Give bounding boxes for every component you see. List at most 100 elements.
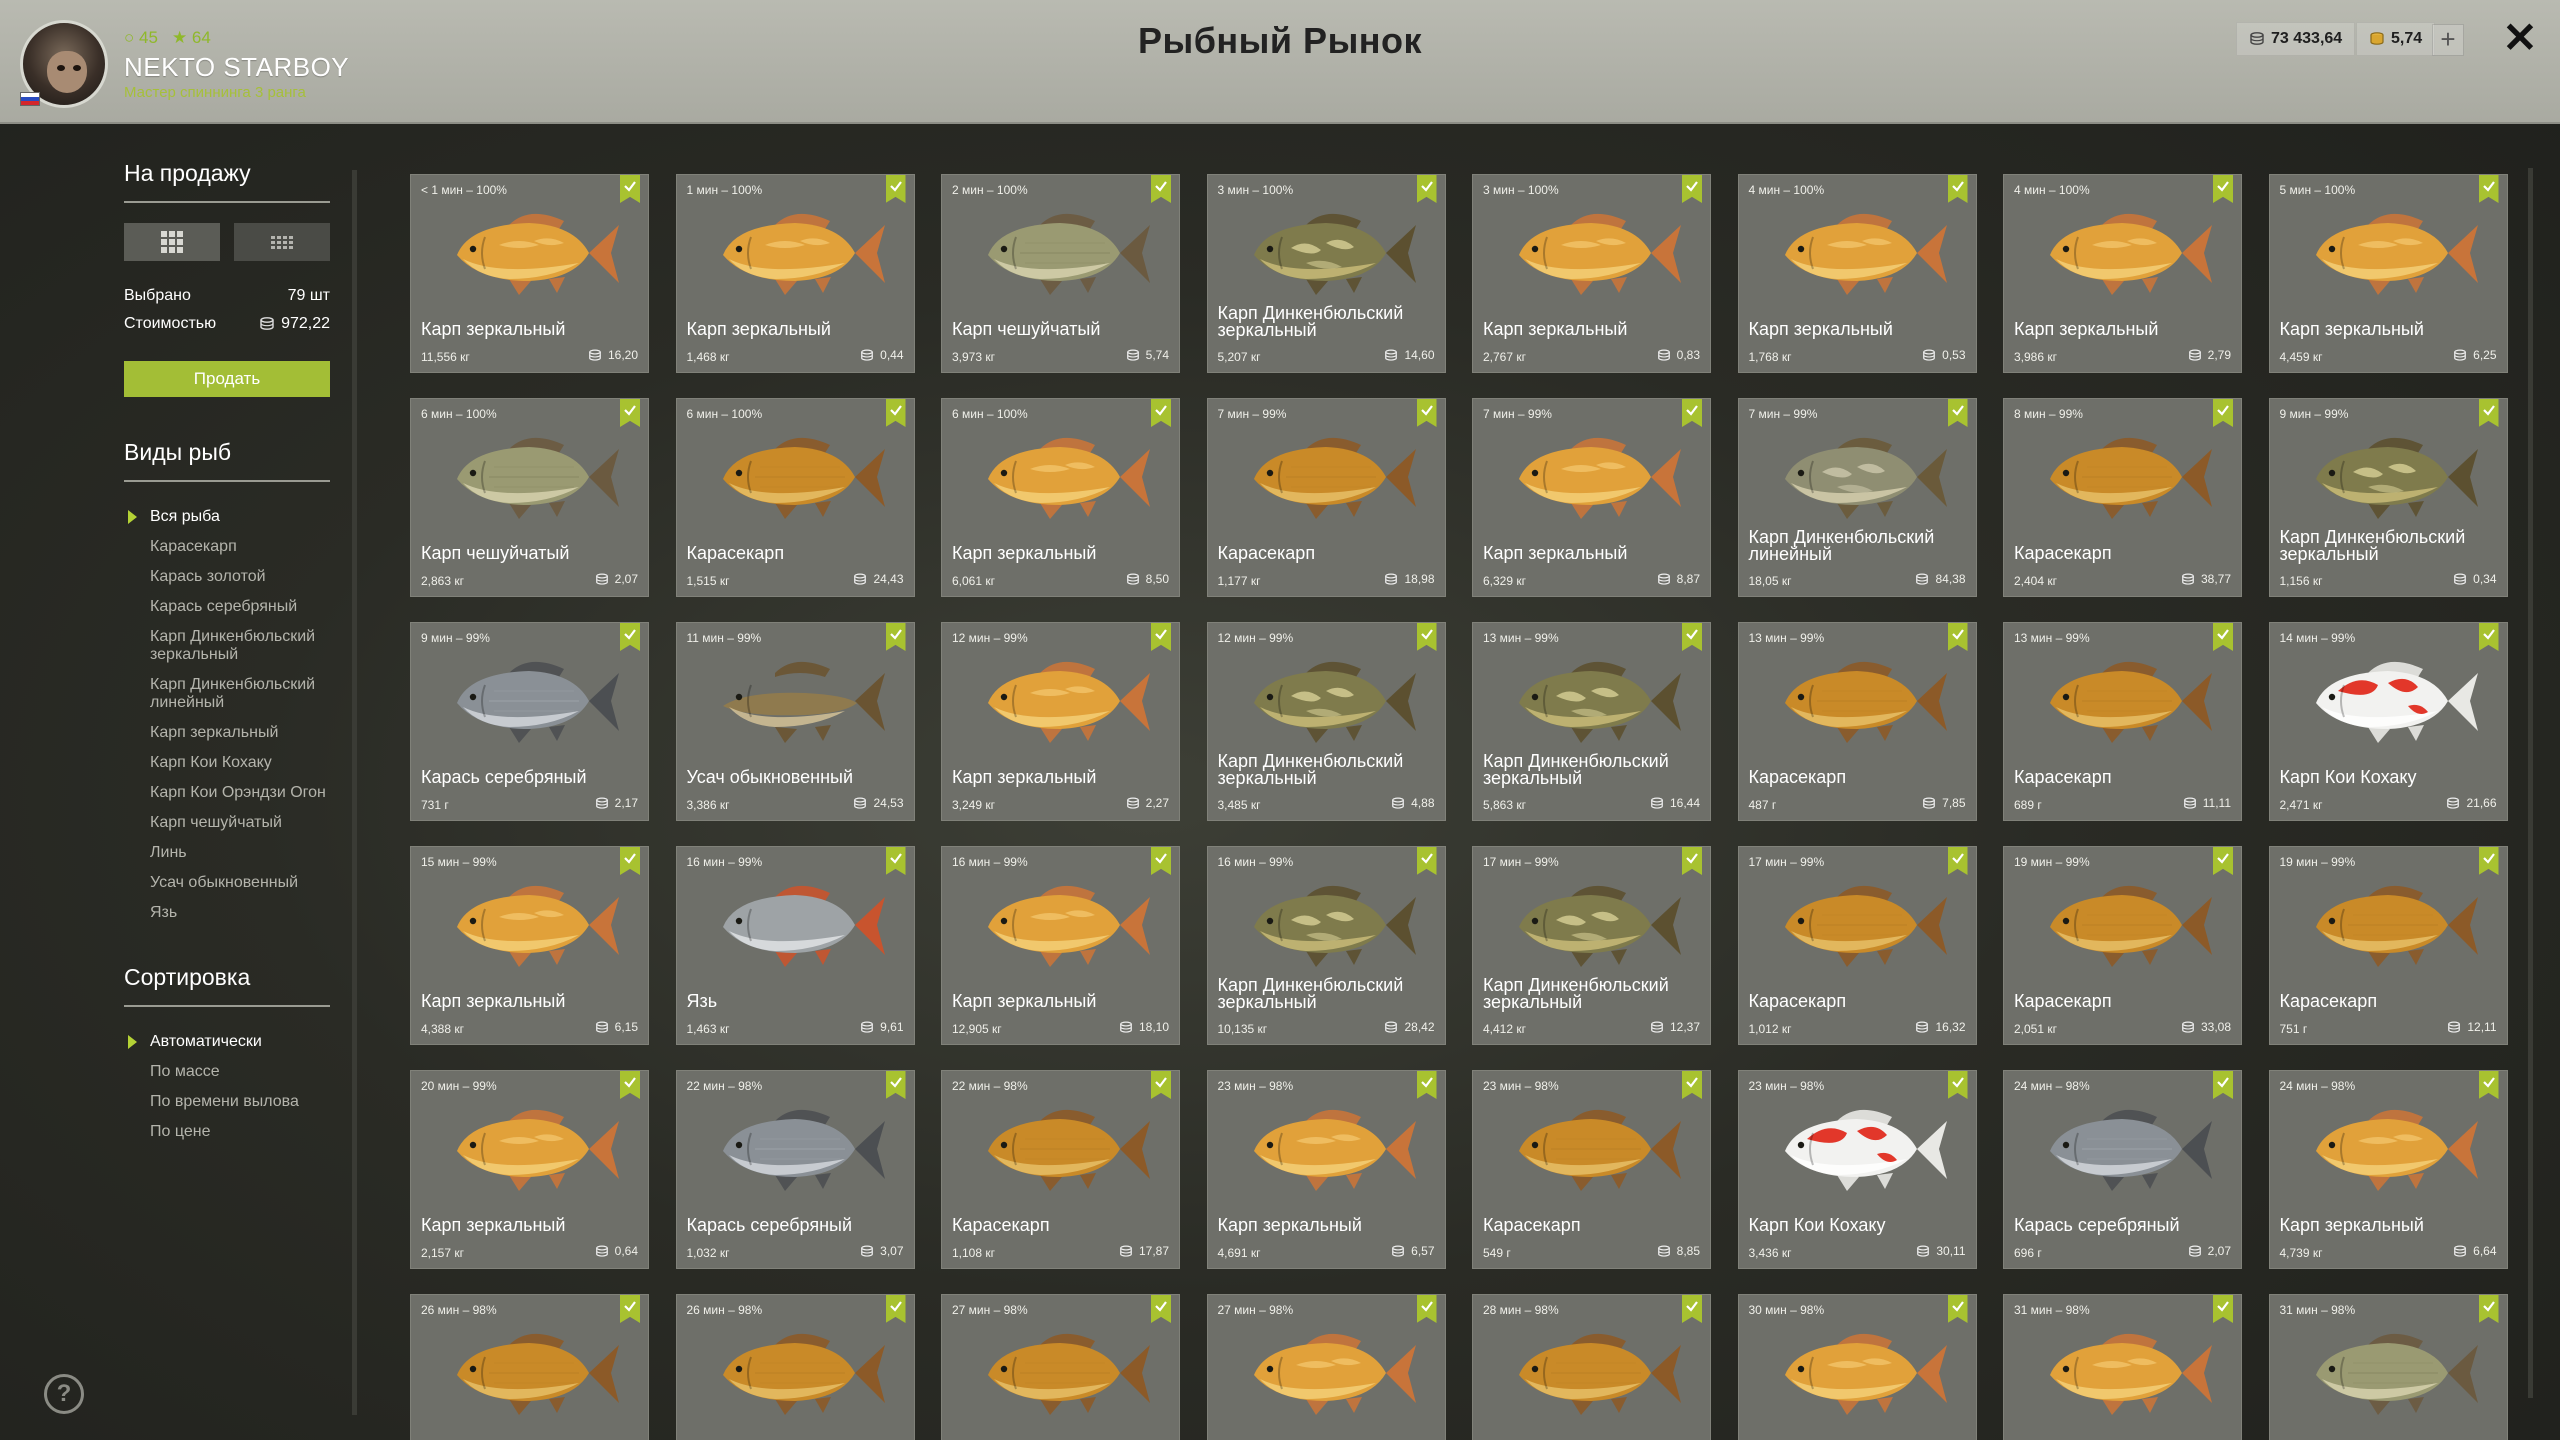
small-grid-view-button[interactable] — [234, 223, 330, 261]
species-filter-item[interactable]: Карп Динкенбюльский линейный — [124, 670, 330, 718]
selected-checkmark-icon[interactable] — [1151, 175, 1171, 203]
selected-checkmark-icon[interactable] — [2213, 399, 2233, 427]
fish-card[interactable]: 4 мин – 100% Карп зеркальный 1,768 кг 0,… — [1737, 174, 1977, 373]
selected-checkmark-icon[interactable] — [2213, 1071, 2233, 1099]
selected-checkmark-icon[interactable] — [2213, 623, 2233, 651]
species-filter-item[interactable]: Карасекарп — [124, 532, 330, 562]
fish-card[interactable]: 20 мин – 99% Карп зеркальный 2,157 кг 0,… — [410, 1070, 649, 1269]
fish-card[interactable]: 7 мин – 99% Карп зеркальный 6,329 кг 8,8… — [1472, 398, 1711, 597]
selected-checkmark-icon[interactable] — [620, 1071, 640, 1099]
fish-card[interactable]: 31 мин – 98% — [2268, 1294, 2508, 1440]
sell-button[interactable]: Продать — [124, 361, 330, 397]
grid-scrollbar[interactable] — [2528, 168, 2533, 1398]
selected-checkmark-icon[interactable] — [1947, 1071, 1968, 1099]
selected-checkmark-icon[interactable] — [1416, 847, 1437, 875]
selected-checkmark-icon[interactable] — [1947, 1295, 1968, 1323]
fish-card[interactable]: 26 мин – 98% — [410, 1294, 649, 1440]
selected-checkmark-icon[interactable] — [1151, 1071, 1171, 1099]
selected-checkmark-icon[interactable] — [1416, 1295, 1437, 1323]
fish-card[interactable]: 3 мин – 100% Карп зеркальный 2,767 кг 0,… — [1472, 174, 1711, 373]
fish-card[interactable]: 13 мин – 99% Карп Динкенбюльский зеркаль… — [1472, 622, 1711, 821]
sort-option-item[interactable]: По массе — [124, 1057, 330, 1087]
selected-checkmark-icon[interactable] — [620, 1295, 640, 1323]
fish-card[interactable]: 23 мин – 98% Карасекарп 549 г 8,85 — [1472, 1070, 1711, 1269]
species-filter-item[interactable]: Карп Динкенбюльский зеркальный — [124, 622, 330, 670]
selected-checkmark-icon[interactable] — [620, 175, 640, 203]
species-filter-item[interactable]: Линь — [124, 838, 330, 868]
fish-card[interactable]: 14 мин – 99% Карп Кои Кохаку 2,471 кг 21… — [2268, 622, 2508, 821]
fish-card[interactable]: 17 мин – 99% Карасекарп 1,012 кг 16,32 — [1737, 846, 1977, 1045]
species-filter-item[interactable]: Карп зеркальный — [124, 718, 330, 748]
species-filter-item[interactable]: Карп чешуйчатый — [124, 808, 330, 838]
fish-card[interactable]: 1 мин – 100% Карп зеркальный 1,468 кг 0,… — [675, 174, 915, 373]
selected-checkmark-icon[interactable] — [2478, 847, 2499, 875]
close-button[interactable]: ✕ — [2500, 17, 2540, 59]
fish-card[interactable]: 16 мин – 99% Язь 1,463 кг 9,61 — [675, 846, 915, 1045]
fish-card[interactable]: 27 мин – 98% — [941, 1294, 1180, 1440]
species-filter-item[interactable]: Вся рыба — [124, 502, 330, 532]
selected-checkmark-icon[interactable] — [1947, 847, 1968, 875]
fish-card[interactable]: 27 мин – 98% — [1206, 1294, 1446, 1440]
fish-card[interactable]: 9 мин – 99% Карп Динкенбюльский зеркальн… — [2268, 398, 2508, 597]
fish-card[interactable]: 6 мин – 100% Карп зеркальный 6,061 кг 8,… — [941, 398, 1180, 597]
fish-card[interactable]: 13 мин – 99% Карасекарп 487 г 7,85 — [1737, 622, 1977, 821]
species-filter-item[interactable]: Язь — [124, 898, 330, 928]
selected-checkmark-icon[interactable] — [1682, 399, 1702, 427]
selected-checkmark-icon[interactable] — [1151, 1295, 1171, 1323]
species-filter-item[interactable]: Усач обыкновенный — [124, 868, 330, 898]
fish-card[interactable]: 3 мин – 100% Карп Динкенбюльский зеркаль… — [1206, 174, 1446, 373]
selected-checkmark-icon[interactable] — [1682, 1071, 1702, 1099]
selected-checkmark-icon[interactable] — [1416, 1071, 1437, 1099]
fish-card[interactable]: 31 мин – 98% — [2003, 1294, 2242, 1440]
selected-checkmark-icon[interactable] — [620, 623, 640, 651]
fish-card[interactable]: < 1 мин – 100% Карп зеркальный 11,556 кг… — [410, 174, 649, 373]
selected-checkmark-icon[interactable] — [2478, 175, 2499, 203]
selected-checkmark-icon[interactable] — [1947, 623, 1968, 651]
fish-card[interactable]: 26 мин – 98% — [675, 1294, 915, 1440]
selected-checkmark-icon[interactable] — [885, 1071, 906, 1099]
fish-card[interactable]: 15 мин – 99% Карп зеркальный 4,388 кг 6,… — [410, 846, 649, 1045]
fish-card[interactable]: 22 мин – 98% Карасекарп 1,108 кг 17,87 — [941, 1070, 1180, 1269]
selected-checkmark-icon[interactable] — [885, 847, 906, 875]
fish-card[interactable]: 12 мин – 99% Карп Динкенбюльский зеркаль… — [1206, 622, 1446, 821]
fish-card[interactable]: 16 мин – 99% Карп зеркальный 12,905 кг 1… — [941, 846, 1180, 1045]
fish-card[interactable]: 7 мин – 99% Карп Динкенбюльский линейный… — [1737, 398, 1977, 597]
selected-checkmark-icon[interactable] — [2213, 175, 2233, 203]
fish-card[interactable]: 8 мин – 99% Карасекарп 2,404 кг 38,77 — [2003, 398, 2242, 597]
selected-checkmark-icon[interactable] — [1682, 847, 1702, 875]
fish-card[interactable]: 16 мин – 99% Карп Динкенбюльский зеркаль… — [1206, 846, 1446, 1045]
fish-card[interactable]: 19 мин – 99% Карасекарп 2,051 кг 33,08 — [2003, 846, 2242, 1045]
selected-checkmark-icon[interactable] — [1682, 623, 1702, 651]
selected-checkmark-icon[interactable] — [1416, 399, 1437, 427]
fish-card[interactable]: 23 мин – 98% Карп Кои Кохаку 3,436 кг 30… — [1737, 1070, 1977, 1269]
fish-card[interactable]: 5 мин – 100% Карп зеркальный 4,459 кг 6,… — [2268, 174, 2508, 373]
species-filter-item[interactable]: Карась золотой — [124, 562, 330, 592]
selected-checkmark-icon[interactable] — [2478, 1295, 2499, 1323]
fish-card[interactable]: 6 мин – 100% Карасекарп 1,515 кг 24,43 — [675, 398, 915, 597]
sort-option-item[interactable]: По времени вылова — [124, 1087, 330, 1117]
selected-checkmark-icon[interactable] — [1947, 175, 1968, 203]
selected-checkmark-icon[interactable] — [885, 1295, 906, 1323]
fish-card[interactable]: 19 мин – 99% Карасекарп 751 г 12,11 — [2268, 846, 2508, 1045]
fish-card[interactable]: 4 мин – 100% Карп зеркальный 3,986 кг 2,… — [2003, 174, 2242, 373]
fish-card[interactable]: 17 мин – 99% Карп Динкенбюльский зеркаль… — [1472, 846, 1711, 1045]
selected-checkmark-icon[interactable] — [1151, 399, 1171, 427]
selected-checkmark-icon[interactable] — [1682, 1295, 1702, 1323]
selected-checkmark-icon[interactable] — [2478, 623, 2499, 651]
selected-checkmark-icon[interactable] — [2478, 399, 2499, 427]
fish-card[interactable]: 30 мин – 98% — [1737, 1294, 1977, 1440]
species-filter-item[interactable]: Карп Кои Кохаку — [124, 748, 330, 778]
fish-card[interactable]: 28 мин – 98% — [1472, 1294, 1711, 1440]
selected-checkmark-icon[interactable] — [2213, 1295, 2233, 1323]
fish-card[interactable]: 24 мин – 98% Карась серебряный 696 г 2,0… — [2003, 1070, 2242, 1269]
selected-checkmark-icon[interactable] — [1682, 175, 1702, 203]
fish-card[interactable]: 2 мин – 100% Карп чешуйчатый 3,973 кг 5,… — [941, 174, 1180, 373]
species-filter-item[interactable]: Карась серебряный — [124, 592, 330, 622]
fish-card[interactable]: 13 мин – 99% Карасекарп 689 г 11,11 — [2003, 622, 2242, 821]
selected-checkmark-icon[interactable] — [1151, 847, 1171, 875]
fish-card[interactable]: 11 мин – 99% Усач обыкновенный 3,386 кг … — [675, 622, 915, 821]
selected-checkmark-icon[interactable] — [885, 399, 906, 427]
selected-checkmark-icon[interactable] — [1151, 623, 1171, 651]
fish-card[interactable]: 22 мин – 98% Карась серебряный 1,032 кг … — [675, 1070, 915, 1269]
help-button[interactable]: ? — [44, 1374, 84, 1414]
